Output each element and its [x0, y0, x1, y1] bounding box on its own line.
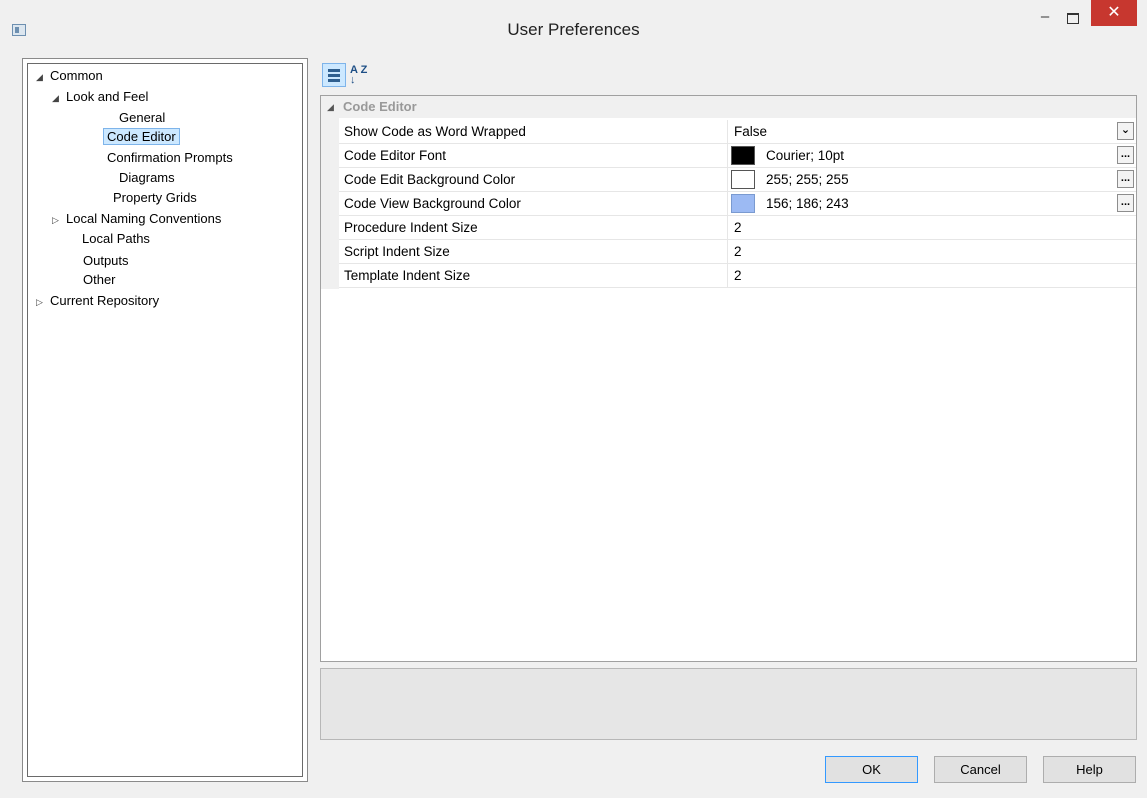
tree-node-label: Diagrams [119, 170, 175, 185]
tree-node-label: Current Repository [50, 293, 160, 308]
property-value[interactable]: 2 [734, 216, 742, 239]
tree-node-current-repository[interactable]: ▷ Current Repository [36, 292, 159, 310]
help-button[interactable]: Help [1043, 756, 1136, 783]
ellipsis-button[interactable]: ... [1117, 146, 1134, 164]
property-grid: ◢ Code Editor Show Code as Word Wrapped … [320, 95, 1137, 662]
column-divider [727, 120, 728, 143]
tree-node-common[interactable]: ◢ Common [36, 67, 103, 85]
tree-node-property-grids[interactable]: Property Grids [113, 189, 197, 207]
column-divider [727, 144, 728, 167]
tree-node-general[interactable]: General [119, 109, 165, 127]
close-button[interactable]: ✕ [1091, 0, 1137, 26]
column-divider [727, 264, 728, 287]
property-name: Code View Background Color [344, 196, 521, 211]
property-row-word-wrap[interactable]: Show Code as Word Wrapped False ⌄ [339, 120, 1136, 144]
sort-alphabetical-icon: A Z ↓ [350, 64, 368, 86]
color-swatch [731, 194, 755, 213]
tree-frame: ◢ Common ◢ Look and Feel General Code Edit… [27, 63, 303, 777]
window-title: User Preferences [507, 20, 640, 39]
tree-node-local-naming-conventions[interactable]: ▷ Local Naming Conventions [52, 210, 221, 228]
tree-node-label: Outputs [83, 253, 129, 268]
tree-node-label: Property Grids [113, 190, 197, 205]
collapse-icon[interactable]: ◢ [327, 96, 334, 118]
expand-icon[interactable]: ◢ [52, 89, 66, 107]
maximize-icon [1067, 13, 1079, 24]
property-grid-toolbar: A Z ↓ [320, 62, 420, 90]
property-value[interactable]: 2 [734, 264, 742, 287]
property-value[interactable]: 255; 255; 255 [766, 168, 849, 191]
property-row-script-indent[interactable]: Script Indent Size 2 [339, 240, 1136, 264]
tree-node-local-paths[interactable]: Local Paths [82, 230, 150, 248]
property-name: Show Code as Word Wrapped [344, 124, 526, 139]
tree-node-diagrams[interactable]: Diagrams [119, 169, 175, 187]
categorized-button[interactable] [322, 63, 346, 87]
tree-node-label: Local Naming Conventions [66, 211, 222, 226]
category-label: Code Editor [343, 99, 417, 114]
description-panel [320, 668, 1137, 740]
grid-gutter [321, 118, 339, 289]
expand-icon[interactable]: ▷ [36, 293, 50, 311]
property-value[interactable]: 156; 186; 243 [766, 192, 849, 215]
tree-node-code-editor[interactable]: Code Editor [103, 128, 180, 146]
dropdown-button[interactable]: ⌄ [1117, 122, 1134, 140]
property-name: Code Edit Background Color [344, 172, 516, 187]
tree-node-label: Code Editor [103, 128, 180, 145]
expand-icon[interactable]: ▷ [52, 211, 66, 229]
property-name: Procedure Indent Size [344, 220, 478, 235]
tree-node-label: Common [50, 68, 103, 83]
column-divider [727, 168, 728, 191]
property-name: Code Editor Font [344, 148, 447, 163]
tree-node-label: Confirmation Prompts [107, 150, 233, 165]
property-value[interactable]: Courier; 10pt [766, 144, 844, 167]
ellipsis-button[interactable]: ... [1117, 170, 1134, 188]
tree-node-confirmation-prompts[interactable]: Confirmation Prompts [107, 149, 233, 167]
property-name: Template Indent Size [344, 268, 471, 283]
property-row-procedure-indent[interactable]: Procedure Indent Size 2 [339, 216, 1136, 240]
column-divider [727, 216, 728, 239]
ellipsis-button[interactable]: ... [1117, 194, 1134, 212]
column-divider [727, 192, 728, 215]
tree-node-label: Other [83, 272, 116, 287]
expand-icon[interactable]: ◢ [36, 68, 50, 86]
tree-node-other[interactable]: Other [83, 271, 116, 289]
category-row[interactable]: ◢ Code Editor [321, 96, 1136, 118]
tree-node-outputs[interactable]: Outputs [83, 252, 129, 270]
property-value[interactable]: False [734, 120, 767, 143]
title-bar: User Preferences – ✕ [0, 0, 1147, 56]
property-value[interactable]: 2 [734, 240, 742, 263]
preferences-tree[interactable]: ◢ Common ◢ Look and Feel General Code Edit… [22, 58, 308, 782]
minimize-button[interactable]: – [1034, 6, 1056, 30]
column-divider [727, 240, 728, 263]
tree-node-label: General [119, 110, 166, 125]
property-row-template-indent[interactable]: Template Indent Size 2 [339, 264, 1136, 288]
tree-node-label: Local Paths [82, 231, 150, 246]
color-swatch [731, 170, 755, 189]
property-row-code-edit-background[interactable]: Code Edit Background Color 255; 255; 255… [339, 168, 1136, 192]
property-row-code-view-background[interactable]: Code View Background Color 156; 186; 243… [339, 192, 1136, 216]
alphabetical-button[interactable]: A Z ↓ [350, 63, 374, 87]
cancel-button[interactable]: Cancel [934, 756, 1027, 783]
property-row-code-editor-font[interactable]: Code Editor Font Courier; 10pt ... [339, 144, 1136, 168]
tree-node-look-and-feel[interactable]: ◢ Look and Feel [52, 88, 148, 106]
maximize-button[interactable] [1062, 6, 1084, 30]
tree-node-label: Look and Feel [66, 89, 149, 104]
property-name: Script Indent Size [344, 244, 450, 259]
color-swatch [731, 146, 755, 165]
ok-button[interactable]: OK [825, 756, 918, 783]
